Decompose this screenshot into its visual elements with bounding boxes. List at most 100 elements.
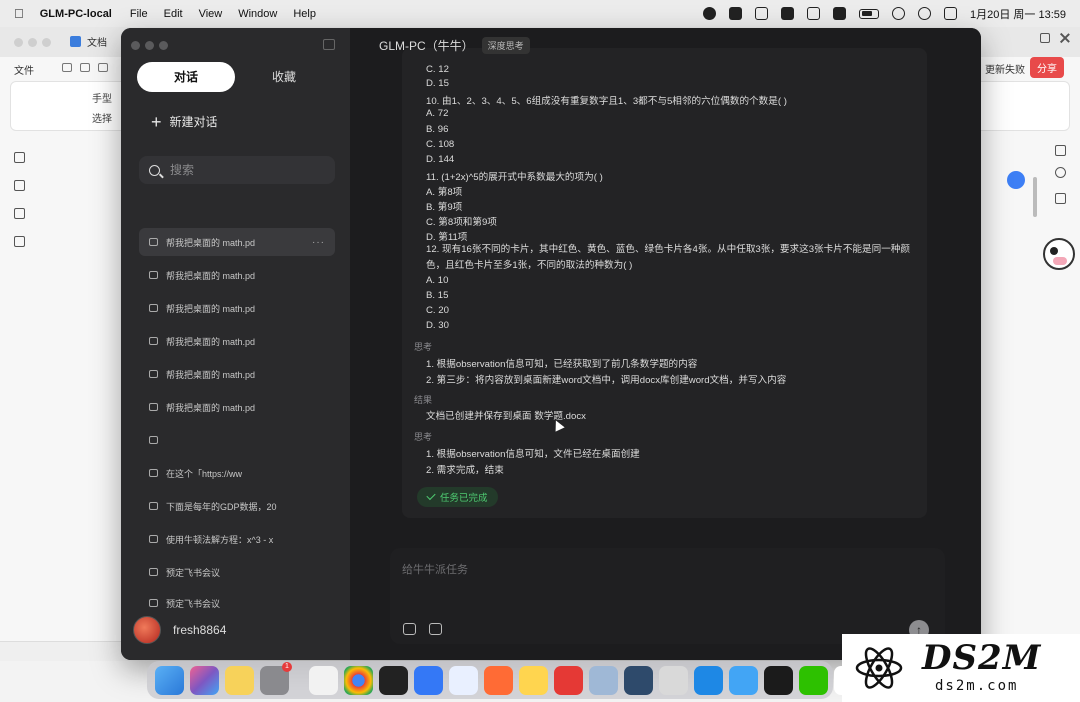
share-button[interactable]: 分享 <box>1030 57 1064 78</box>
wps-status-icon[interactable] <box>755 7 768 20</box>
menu-view[interactable]: View <box>199 8 223 20</box>
image-upload-icon[interactable] <box>403 623 416 635</box>
history-item[interactable]: 帮我把桌面的 math.pd <box>139 261 335 289</box>
folder-icon[interactable] <box>62 63 72 72</box>
bg-restore-icon[interactable] <box>1040 33 1050 43</box>
photo-icon[interactable] <box>519 665 548 695</box>
chrome-icon[interactable] <box>344 665 373 695</box>
history-item[interactable]: 下面是每年的GDP数据，20 <box>139 492 335 520</box>
history-item[interactable]: 帮我把桌面的 math.pd <box>139 393 335 421</box>
assistant-badge-icon[interactable] <box>1007 171 1025 189</box>
thumbnail-icon[interactable] <box>14 180 25 191</box>
dock: 1 <box>147 661 912 699</box>
think-section-label: 思考 <box>414 342 433 352</box>
safari-icon[interactable] <box>729 665 758 695</box>
bg-maximize-icon[interactable] <box>42 38 51 47</box>
window-minimize-icon[interactable] <box>145 41 154 50</box>
tab-favorites[interactable]: 收藏 <box>235 62 333 92</box>
launchpad-icon[interactable] <box>190 665 219 695</box>
tab-conversations[interactable]: 对话 <box>137 62 235 92</box>
menu-file[interactable]: File <box>130 8 148 20</box>
history-item[interactable]: 帮我把桌面的 math.pd <box>139 360 335 388</box>
deep-think-tag[interactable]: 深度思考 <box>481 36 530 54</box>
pen-icon[interactable] <box>484 665 513 695</box>
wechat-icon[interactable] <box>799 665 828 695</box>
record-status-icon[interactable] <box>703 7 716 20</box>
history-item[interactable]: 在这个「https://ww <box>139 459 335 487</box>
select-tool[interactable]: 选择 <box>92 110 112 125</box>
folder-upload-icon[interactable] <box>429 623 442 635</box>
glm-icon[interactable] <box>764 665 793 695</box>
send-status-icon[interactable] <box>807 7 820 20</box>
mail-icon[interactable] <box>449 665 478 695</box>
history-item[interactable]: 使用牛顿法解方程：x^3 - x <box>139 525 335 553</box>
side-panel-icon[interactable] <box>1055 145 1066 156</box>
wechat-status-icon[interactable] <box>729 7 742 20</box>
avatar[interactable] <box>133 616 161 644</box>
clock[interactable]: 1月20日 周一 13:59 <box>970 6 1066 22</box>
translate-icon[interactable] <box>1055 193 1066 204</box>
print-icon[interactable] <box>98 63 108 72</box>
more-options-icon[interactable]: ··· <box>312 237 325 248</box>
rocket-icon[interactable] <box>659 665 688 695</box>
bg-minimize-icon[interactable] <box>28 38 37 47</box>
menu-edit[interactable]: Edit <box>164 8 183 20</box>
history-item[interactable]: 帮我把桌面的 math.pd ··· <box>139 228 335 256</box>
search-icon[interactable] <box>918 7 931 20</box>
history-item[interactable]: 帮我把桌面的 math.pd <box>139 294 335 322</box>
new-chat-button[interactable]: + 新建对话 <box>151 113 218 131</box>
bg-file-menu[interactable]: 文件 <box>14 62 34 77</box>
apple-menu-icon[interactable]:  <box>14 6 24 21</box>
content-line: 11. (1+2x)^5的展开式中系数最大的项为( ) <box>426 172 603 183</box>
menu-help[interactable]: Help <box>293 8 316 20</box>
think-line: 2. 需求完成，结束 <box>426 465 504 476</box>
appstore-icon[interactable] <box>694 665 723 695</box>
cow-assistant-icon[interactable] <box>1043 238 1075 270</box>
bg-scrollbar[interactable] <box>1033 177 1037 217</box>
user-profile[interactable]: fresh8864 <box>133 616 226 644</box>
update-status[interactable]: 更新失败 <box>985 61 1025 76</box>
document-icon <box>70 36 81 47</box>
sidebar-toggle-icon[interactable] <box>323 39 335 50</box>
task-input[interactable] <box>402 558 922 582</box>
content-line: A. 72 <box>426 108 449 119</box>
feishu-icon[interactable] <box>414 665 443 695</box>
wifi-icon[interactable] <box>892 7 905 20</box>
screen-icon[interactable] <box>624 665 653 695</box>
search-box[interactable] <box>139 156 335 184</box>
history-label: 帮我把桌面的 math.pd <box>166 402 256 413</box>
pages-icon[interactable] <box>14 236 25 247</box>
history-label: 帮我把桌面的 math.pd <box>166 237 256 248</box>
history-item[interactable] <box>139 426 335 454</box>
menu-app-name[interactable]: GLM-PC-local <box>40 8 112 20</box>
textedit-icon[interactable] <box>309 665 338 695</box>
window-zoom-icon[interactable] <box>159 41 168 50</box>
history-item[interactable]: 预定飞书会议 <box>139 591 335 615</box>
menu-window[interactable]: Window <box>238 8 277 20</box>
window-close-icon[interactable] <box>131 41 140 50</box>
control-center-icon[interactable] <box>944 7 957 20</box>
history-item[interactable]: 预定飞书会议 <box>139 558 335 586</box>
content-line: D. 144 <box>426 154 455 165</box>
bg-document-tab[interactable]: 文档 <box>70 34 107 49</box>
save-icon[interactable] <box>80 63 90 72</box>
notes-icon[interactable] <box>225 665 254 695</box>
think-section-label: 思考 <box>414 432 433 442</box>
bookmark-icon[interactable] <box>14 152 25 163</box>
hand-tool[interactable]: 手型 <box>92 90 112 105</box>
search-input[interactable] <box>170 163 320 177</box>
history-item[interactable]: 帮我把桌面的 math.pd <box>139 327 335 355</box>
feishu-status-icon[interactable] <box>781 7 794 20</box>
bg-close-icon[interactable] <box>14 38 23 47</box>
app-status-icon[interactable] <box>833 7 846 20</box>
preview-icon[interactable] <box>589 665 618 695</box>
comment-icon[interactable] <box>14 208 25 219</box>
battery-icon[interactable] <box>859 8 879 19</box>
wps-icon[interactable] <box>554 665 583 695</box>
terminal-icon[interactable] <box>379 665 408 695</box>
think-line: 1. 根据observation信息可知，已经获取到了前几条数学题的内容 <box>426 359 698 370</box>
zoom-icon[interactable] <box>1055 167 1066 178</box>
settings-icon[interactable]: 1 <box>260 661 292 695</box>
bg-close-x-icon[interactable] <box>1060 33 1070 43</box>
finder-icon[interactable] <box>155 665 184 695</box>
